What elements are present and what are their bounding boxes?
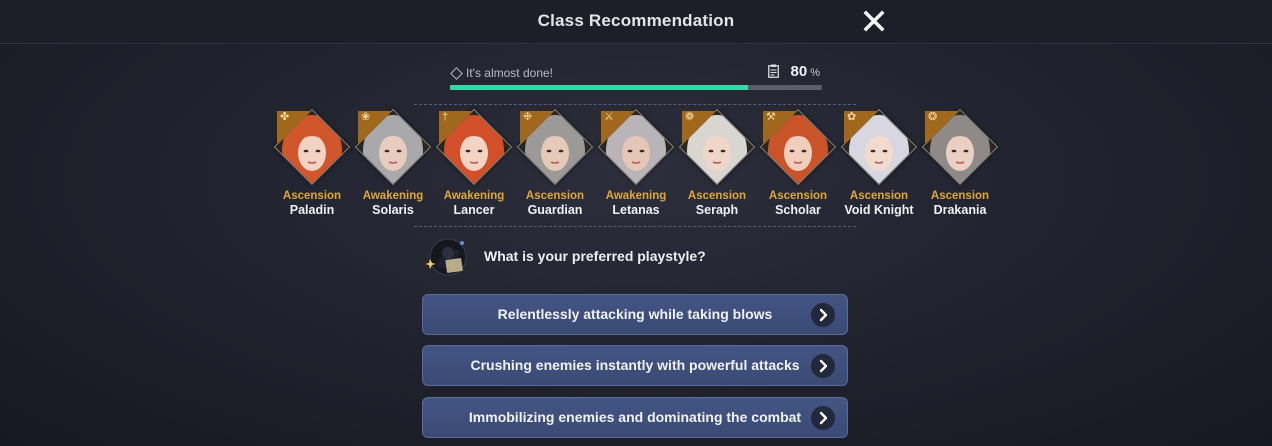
class-type: Ascension — [768, 190, 828, 202]
class-portrait: ❀ — [354, 108, 432, 186]
class-portrait: ✤ — [273, 108, 351, 186]
option-button[interactable]: Relentlessly attacking while taking blow… — [422, 294, 848, 335]
option-label: Crushing enemies instantly with powerful… — [470, 357, 800, 373]
class-list: ✤ Ascension Paladin ❀ Awakening Solaris † Awake… — [272, 108, 999, 222]
class-emblem-icon: ⚔ — [604, 111, 614, 123]
class-portrait: ⚔ — [597, 108, 675, 186]
class-portrait: ❂ — [921, 108, 999, 186]
chevron-right-icon — [811, 303, 835, 327]
class-card[interactable]: ✿ Ascension Void Knight — [839, 108, 919, 217]
class-card[interactable]: ❉ Ascension Guardian — [515, 108, 595, 217]
class-portrait: † — [435, 108, 513, 186]
close-icon — [863, 10, 885, 32]
divider — [414, 104, 856, 105]
title-bar: Class Recommendation — [0, 0, 1272, 44]
progress-percent: 80 % — [767, 62, 820, 80]
class-card[interactable]: ❂ Ascension Drakania — [920, 108, 1000, 217]
question: What is your preferred playstyle? — [424, 237, 854, 277]
class-name: Lancer — [453, 203, 495, 217]
class-name: Letanas — [612, 203, 660, 217]
class-type: Ascension — [930, 190, 990, 202]
question-text: What is your preferred playstyle? — [484, 248, 706, 264]
class-type: Ascension — [849, 190, 909, 202]
class-portrait: ❉ — [516, 108, 594, 186]
class-name: Void Knight — [844, 203, 914, 217]
class-card[interactable]: ⚒ Ascension Scholar — [758, 108, 838, 217]
clipboard-icon — [767, 64, 779, 78]
class-portrait: ❁ — [678, 108, 756, 186]
class-name: Drakania — [933, 203, 987, 217]
class-name: Paladin — [289, 203, 335, 217]
class-type: Awakening — [443, 190, 505, 202]
class-name: Scholar — [775, 203, 821, 217]
progress-section: It's almost done! 80 % — [450, 60, 822, 92]
page-title: Class Recommendation — [537, 11, 735, 30]
class-type: Ascension — [687, 190, 747, 202]
class-portrait: ✿ — [840, 108, 918, 186]
option-label: Relentlessly attacking while taking blow… — [497, 306, 773, 322]
chevron-right-icon — [811, 406, 835, 430]
progress-bar-fill — [450, 85, 748, 90]
class-card[interactable]: ⚔ Awakening Letanas — [596, 108, 676, 217]
class-emblem-icon: ❀ — [361, 111, 371, 123]
class-card[interactable]: ❀ Awakening Solaris — [353, 108, 433, 217]
percent-symbol: % — [810, 67, 820, 79]
percent-value: 80 — [790, 63, 808, 80]
progress-hint: It's almost done! — [450, 66, 553, 80]
close-button[interactable] — [861, 8, 887, 34]
class-type: Ascension — [525, 190, 585, 202]
class-emblem-icon: ❉ — [523, 111, 533, 123]
option-button[interactable]: Crushing enemies instantly with powerful… — [422, 345, 848, 386]
class-portrait: ⚒ — [759, 108, 837, 186]
class-type: Ascension — [282, 190, 342, 202]
class-card[interactable]: ❁ Ascension Seraph — [677, 108, 757, 217]
chevron-right-icon — [811, 354, 835, 378]
class-type: Awakening — [362, 190, 424, 202]
option-label: Immobilizing enemies and dominating the … — [468, 409, 802, 425]
class-card[interactable]: † Awakening Lancer — [434, 108, 514, 217]
class-emblem-icon: ⚒ — [766, 111, 776, 123]
class-type: Awakening — [605, 190, 667, 202]
class-emblem-icon: ✿ — [847, 111, 857, 123]
class-emblem-icon: † — [442, 111, 449, 123]
class-name: Seraph — [695, 203, 739, 217]
class-emblem-icon: ✤ — [280, 111, 290, 123]
class-card[interactable]: ✤ Ascension Paladin — [272, 108, 352, 217]
class-emblem-icon: ❂ — [928, 111, 938, 123]
option-button[interactable]: Immobilizing enemies and dominating the … — [422, 397, 848, 438]
class-name: Guardian — [527, 203, 583, 217]
class-emblem-icon: ❁ — [685, 111, 695, 123]
class-name: Solaris — [372, 203, 414, 217]
diamond-icon — [450, 66, 463, 80]
progress-hint-text: It's almost done! — [466, 66, 553, 80]
guide-character-icon — [425, 238, 467, 276]
divider — [414, 226, 856, 227]
progress-bar — [450, 85, 822, 90]
